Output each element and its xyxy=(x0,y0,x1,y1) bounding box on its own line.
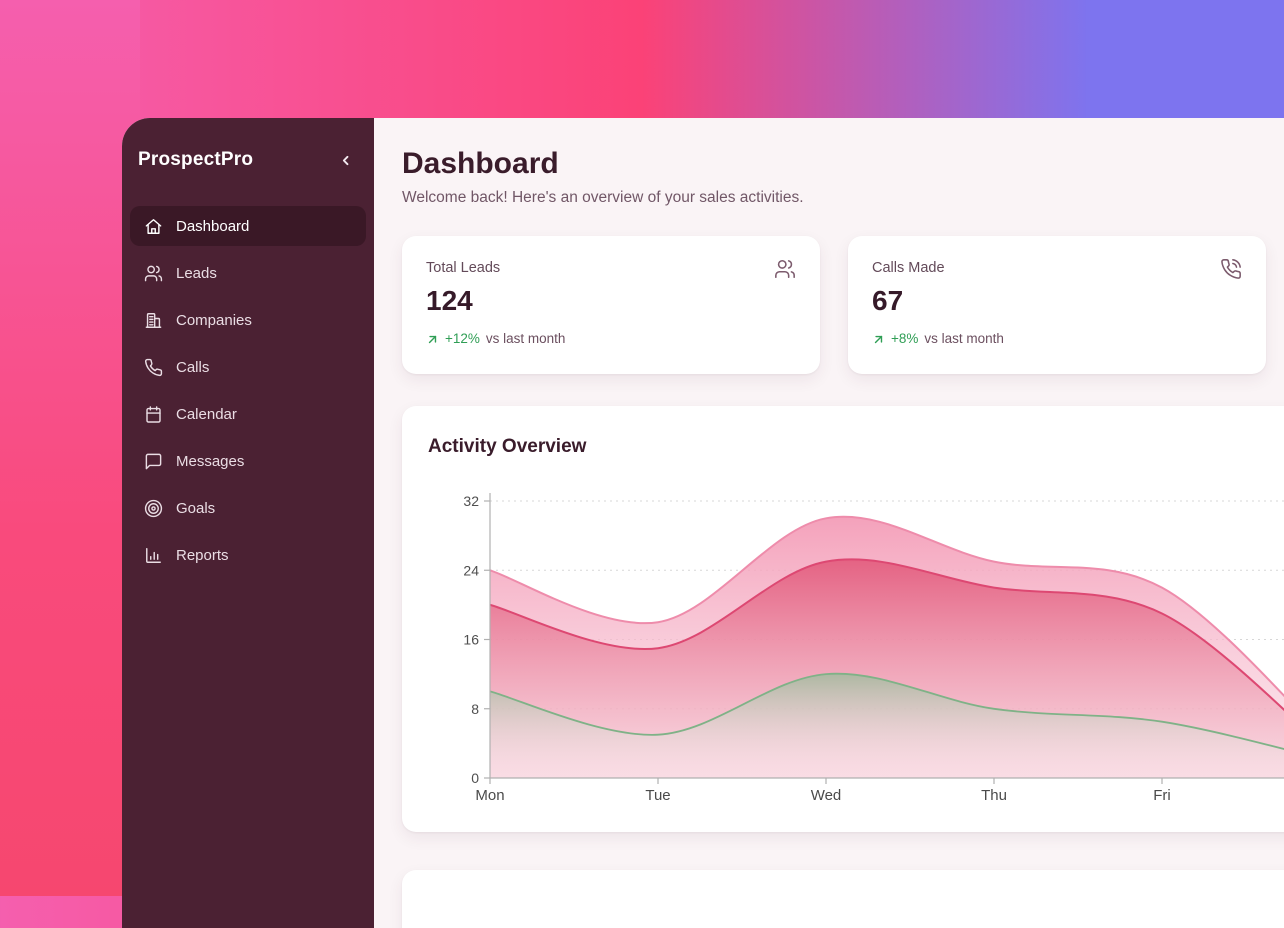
svg-text:0: 0 xyxy=(471,770,479,786)
svg-text:8: 8 xyxy=(471,701,479,717)
sidebar-item-leads[interactable]: Leads xyxy=(130,253,366,293)
sidebar-collapse-button[interactable] xyxy=(334,149,356,171)
building-icon xyxy=(144,311,163,330)
stat-card-calls-made: Calls Made 67 +8% vs last month xyxy=(848,236,1266,374)
users-icon xyxy=(144,264,163,283)
app-logo: ProspectPro xyxy=(138,149,253,171)
bar-chart-icon xyxy=(144,546,163,565)
svg-text:Mon: Mon xyxy=(475,787,504,804)
stats-row: Total Leads 124 +12% vs last month Calls… xyxy=(402,236,1284,374)
calendar-icon xyxy=(144,405,163,424)
chevron-left-icon xyxy=(336,151,355,170)
sidebar-nav: Dashboard Leads Companies Calls Calendar… xyxy=(130,206,366,582)
main-content: Dashboard Welcome back! Here's an overvi… xyxy=(374,118,1284,928)
sidebar-item-messages[interactable]: Messages xyxy=(130,441,366,481)
background-gradient-left xyxy=(0,0,140,896)
sidebar-item-calls[interactable]: Calls xyxy=(130,347,366,387)
stat-label: Total Leads xyxy=(426,260,796,276)
phone-icon xyxy=(144,358,163,377)
stat-card-total-leads: Total Leads 124 +12% vs last month xyxy=(402,236,820,374)
activity-chart: 0 8 16 24 32 Mon Tue Wed Thu Fri xyxy=(402,406,1284,832)
stat-delta: +12% vs last month xyxy=(426,330,796,348)
trend-up-icon xyxy=(426,333,439,346)
stat-delta-note: vs last month xyxy=(924,330,1004,348)
trend-up-icon xyxy=(872,333,885,346)
stat-value: 67 xyxy=(872,284,1242,318)
stat-delta-percent: +8% xyxy=(891,330,918,348)
svg-text:Tue: Tue xyxy=(645,787,670,804)
sidebar: ProspectPro Dashboard Leads Companies Ca… xyxy=(122,118,374,928)
svg-text:24: 24 xyxy=(463,562,479,578)
target-icon xyxy=(144,499,163,518)
stat-delta: +8% vs last month xyxy=(872,330,1242,348)
svg-text:Thu: Thu xyxy=(981,787,1007,804)
sidebar-item-goals[interactable]: Goals xyxy=(130,488,366,528)
page-title: Dashboard xyxy=(402,146,1284,182)
sidebar-item-calendar[interactable]: Calendar xyxy=(130,394,366,434)
partially-visible-card xyxy=(402,870,1284,928)
activity-overview-card: Activity Overview 08162432MonTueWedThuFr… xyxy=(402,406,1284,832)
svg-text:32: 32 xyxy=(463,493,479,509)
phone-call-icon xyxy=(1220,258,1242,285)
users-icon xyxy=(774,258,796,285)
home-icon xyxy=(144,217,163,236)
sidebar-item-dashboard[interactable]: Dashboard xyxy=(130,206,366,246)
svg-text:Fri: Fri xyxy=(1153,787,1171,804)
page-subtitle: Welcome back! Here's an overview of your… xyxy=(402,188,1284,208)
sidebar-item-reports[interactable]: Reports xyxy=(130,535,366,575)
stat-value: 124 xyxy=(426,284,796,318)
sidebar-item-companies[interactable]: Companies xyxy=(130,300,366,340)
stat-delta-percent: +12% xyxy=(445,330,480,348)
stat-delta-note: vs last month xyxy=(486,330,566,348)
stat-label: Calls Made xyxy=(872,260,1242,276)
svg-text:16: 16 xyxy=(463,632,479,648)
sidebar-header: ProspectPro xyxy=(130,148,366,172)
svg-text:Wed: Wed xyxy=(811,787,842,804)
app-window: ProspectPro Dashboard Leads Companies Ca… xyxy=(122,118,1284,928)
message-square-icon xyxy=(144,452,163,471)
